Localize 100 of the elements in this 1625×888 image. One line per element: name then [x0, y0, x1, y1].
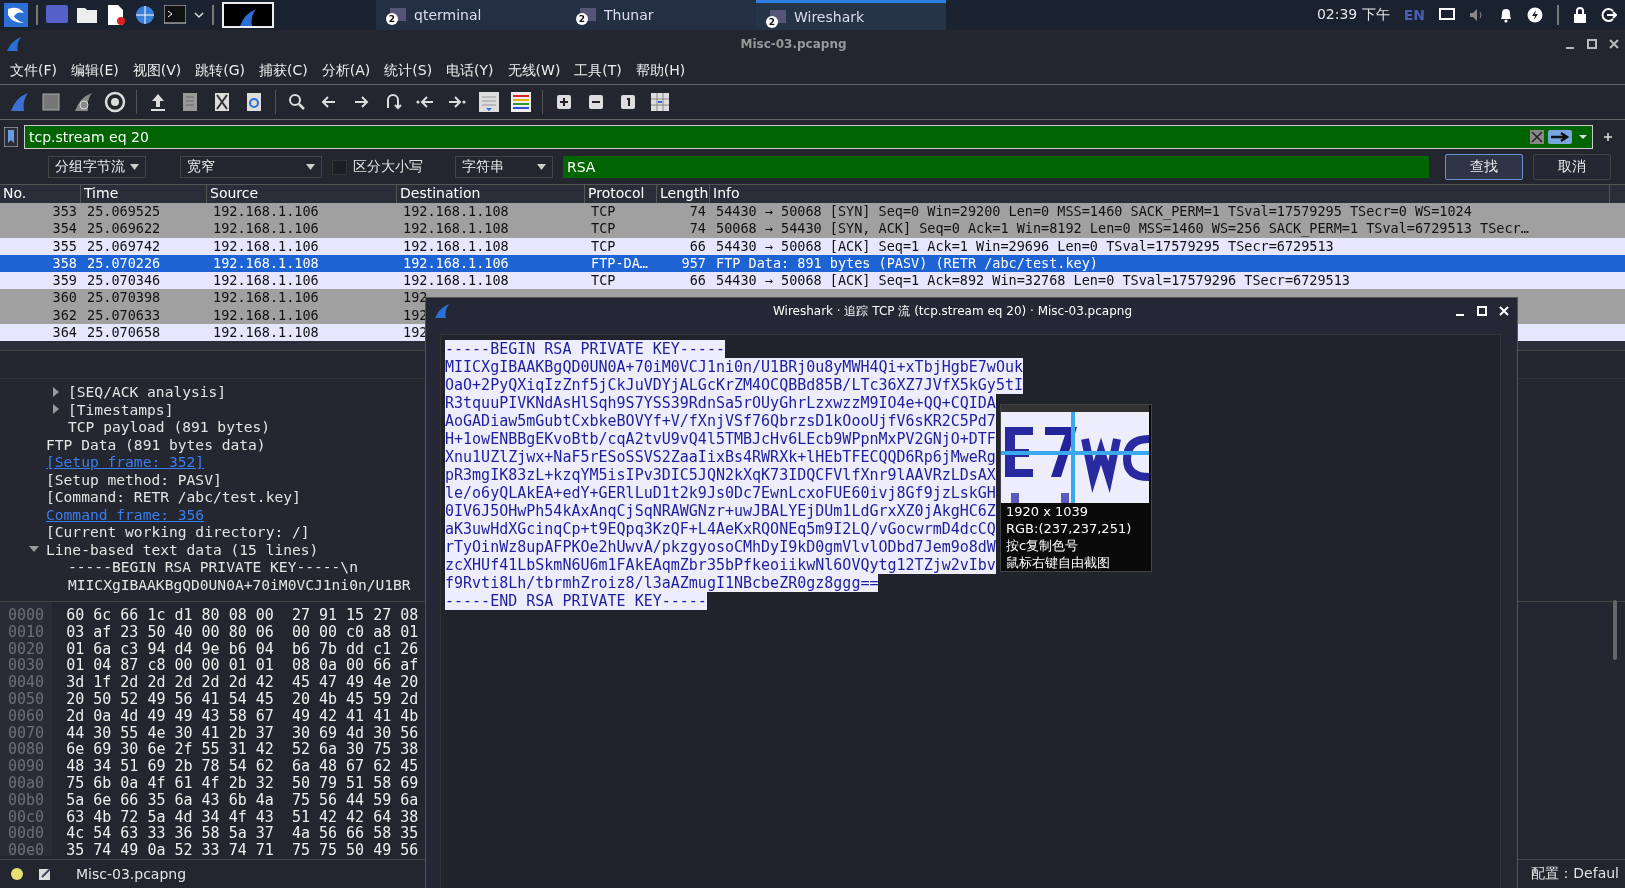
plus-icon[interactable]	[1603, 132, 1613, 142]
table-cell-text: 25.070398	[86, 289, 162, 307]
packet-row[interactable]: 359 25.070346 192.168.1.106 192.168.1.108 TCP 66 54430 → 50068 [ACK] Seq=1 Ack=892 Win=32768 Len=0 TSval=17579296 TSecr=6729513	[0, 272, 1625, 290]
file-name: Misc-03.pcapng	[76, 866, 187, 882]
volume-icon[interactable]	[1469, 8, 1485, 22]
table-cell-text: 192.168.1.106	[212, 289, 320, 307]
hex-offset: 00e0	[8, 841, 45, 858]
text-editor-icon[interactable]	[106, 4, 126, 26]
detail-line: -----BEGIN RSA PRIVATE KEY-----\n	[68, 558, 358, 576]
stop-icon[interactable]	[40, 91, 62, 113]
shark-fin-icon[interactable]	[8, 91, 30, 113]
menu-item[interactable]: 视图(V)	[132, 62, 182, 80]
caret-icon[interactable]	[1578, 133, 1588, 141]
menu-item[interactable]: 电话(Y)	[446, 62, 494, 80]
hex-bytes: 5a 6e 66 35 6a 43 6b 4a 75 56 44 59 6a	[66, 790, 419, 808]
menu-item[interactable]: 工具(T)	[574, 62, 622, 80]
taskbar-button[interactable]: 2 qterminal	[376, 0, 566, 30]
menu-item[interactable]: 帮助(H)	[635, 62, 686, 80]
desktop-icon[interactable]	[46, 5, 68, 25]
checkbox-label: 区分大小写	[353, 158, 423, 176]
caret-icon	[537, 164, 546, 170]
table-cell-text: 25.070633	[86, 306, 162, 325]
table-cell-text: TCP	[590, 203, 617, 221]
table-cell-text: TCP	[590, 237, 617, 255]
table-cell-text: 192.168.1.106	[212, 237, 320, 255]
globe-icon[interactable]	[134, 4, 156, 26]
color-value: RGB:(237,237,251)	[1005, 520, 1133, 537]
detail-line: Line-based text data (15 lines)	[46, 540, 319, 558]
caret-icon	[306, 164, 315, 170]
power-icon[interactable]	[1527, 7, 1543, 23]
monitor-icon[interactable]	[1439, 8, 1455, 22]
detail-link[interactable]: Command frame: 356	[46, 505, 205, 523]
hex-bytes: 60 6c 66 1c d1 80 08 00 27 91 15 27 08	[66, 606, 419, 623]
menu-item[interactable]: 捕获(C)	[259, 62, 308, 80]
table-cell-text: 192.168.1.106	[402, 254, 510, 273]
cancel-button[interactable]: 取消	[1533, 154, 1611, 180]
maximize-icon[interactable]	[1587, 39, 1597, 49]
hex-bytes: 01 6a c3 94 d4 9e b6 04 b6 7b dd c1 26	[66, 639, 419, 657]
table-cell-text: 360	[51, 289, 78, 307]
search-field[interactable]: RSA	[563, 156, 1429, 178]
hex-offset: 0040	[8, 673, 45, 690]
menu-item[interactable]: 文件(F)	[10, 62, 57, 80]
autoscroll-icon[interactable]	[478, 91, 500, 113]
menu-item[interactable]: 无线(W)	[507, 62, 561, 80]
shark-fin-icon	[6, 37, 22, 51]
restart-icon[interactable]	[72, 91, 94, 113]
search-type-dropdown[interactable]: 字符串	[455, 156, 553, 178]
hex-bytes: 63 4b 72 5a 4d 34 4f 43 51 42 42 64 38	[66, 807, 419, 825]
table-cell-text: 25.070658	[86, 324, 162, 342]
menu-item[interactable]: 分析(A)	[321, 62, 371, 80]
detail-line: [Current working directory: /]	[46, 523, 310, 541]
table-cell-text: 25.069622	[86, 220, 162, 238]
dialog-title: Wireshark · 追踪 TCP 流 (tcp.stream eq 20) · Misc-03.pcapng	[771, 302, 1134, 320]
bookmark-icon[interactable]	[4, 127, 18, 147]
caret-icon[interactable]	[194, 11, 204, 19]
table-cell-text: 192.168.1.106	[212, 306, 320, 325]
packet-row[interactable]: 354 25.069622 192.168.1.106 192.168.1.108 TCP 74 50068 → 54430 [SYN, ACK] Seq=0 Ack=1 Win=8192 Len=0 MSS=1460 WS=256 SACK_PERM=1 TSval=6729513 TSecr…	[0, 220, 1625, 238]
colorize-icon[interactable]	[510, 91, 532, 113]
menu-item[interactable]: 统计(S)	[384, 62, 433, 80]
hex-bytes: 3d 1f 2d 2d 2d 2d 2d 42 45 47 49 4e 20	[66, 673, 419, 690]
taskbar-button[interactable]: 2 Wireshark	[756, 0, 946, 30]
taskbar-button[interactable]: 2 Thunar	[566, 0, 756, 30]
bell-icon[interactable]	[1499, 7, 1513, 23]
hex-offset: 00c0	[8, 807, 45, 825]
table-cell-text: 25.069742	[86, 237, 162, 255]
table-cell-text: 25.069525	[86, 203, 162, 221]
table-cell-text: 353	[51, 203, 78, 221]
detail-link[interactable]: [Setup frame: 352]	[46, 453, 205, 471]
clear-icon[interactable]	[1530, 130, 1544, 144]
apply-arrow-icon[interactable]	[1548, 130, 1572, 144]
clock[interactable]: 02:39 下午	[1316, 6, 1390, 24]
menu-item[interactable]: 跳转(G)	[195, 62, 246, 80]
table-cell-text: 355	[51, 237, 78, 255]
lock-icon[interactable]	[1573, 7, 1587, 23]
logout-icon[interactable]	[1601, 7, 1617, 23]
terminal-icon[interactable]	[164, 5, 186, 25]
table-cell-text: 192.168.1.106	[212, 203, 320, 221]
status-dot-icon[interactable]	[10, 867, 24, 881]
settings-icon[interactable]	[104, 91, 126, 113]
hex-bytes: 2d 0a 4d 49 49 43 58 67 49 42 41 41 4b	[66, 706, 419, 724]
display-filter-field[interactable]: tcp.stream eq 20	[24, 125, 1593, 149]
resize-columns-icon[interactable]	[649, 91, 671, 113]
table-cell-text: FTP-DA…	[590, 254, 649, 273]
character-width-dropdown[interactable]: 宽窄	[180, 156, 322, 178]
table-cell-text: 192.168.1.108	[402, 272, 510, 290]
window-thumbnail[interactable]	[222, 2, 274, 28]
table-cell-text: 192.168.1.108	[402, 220, 510, 238]
hint-text: 按c复制色号	[1005, 537, 1080, 554]
hex-bytes: 20 50 52 49 56 41 54 45 20 4b 45 59 2d	[66, 690, 419, 707]
close-icon[interactable]	[1609, 39, 1619, 49]
detail-line: FTP Data (891 bytes data)	[46, 435, 266, 453]
folder-icon[interactable]	[76, 5, 98, 25]
find-button[interactable]: 查找	[1445, 154, 1523, 180]
search-in-dropdown[interactable]: 分组字节流	[48, 156, 146, 178]
profile-label[interactable]: 配置：Defaul	[1531, 865, 1619, 883]
table-cell-text: 364	[51, 324, 78, 342]
menu-item[interactable]: 编辑(E)	[71, 62, 119, 80]
table-cell-text: 74	[688, 220, 707, 238]
packet-row[interactable]: 353 25.069525 192.168.1.106 192.168.1.108 TCP 74 54430 → 50068 [SYN] Seq=0 Win=29200 Len=0 MSS=1460 SACK_PERM=1 TSval=17579295 TSecr=0 WS=1024	[0, 203, 1625, 221]
notepad-icon[interactable]	[38, 867, 52, 881]
